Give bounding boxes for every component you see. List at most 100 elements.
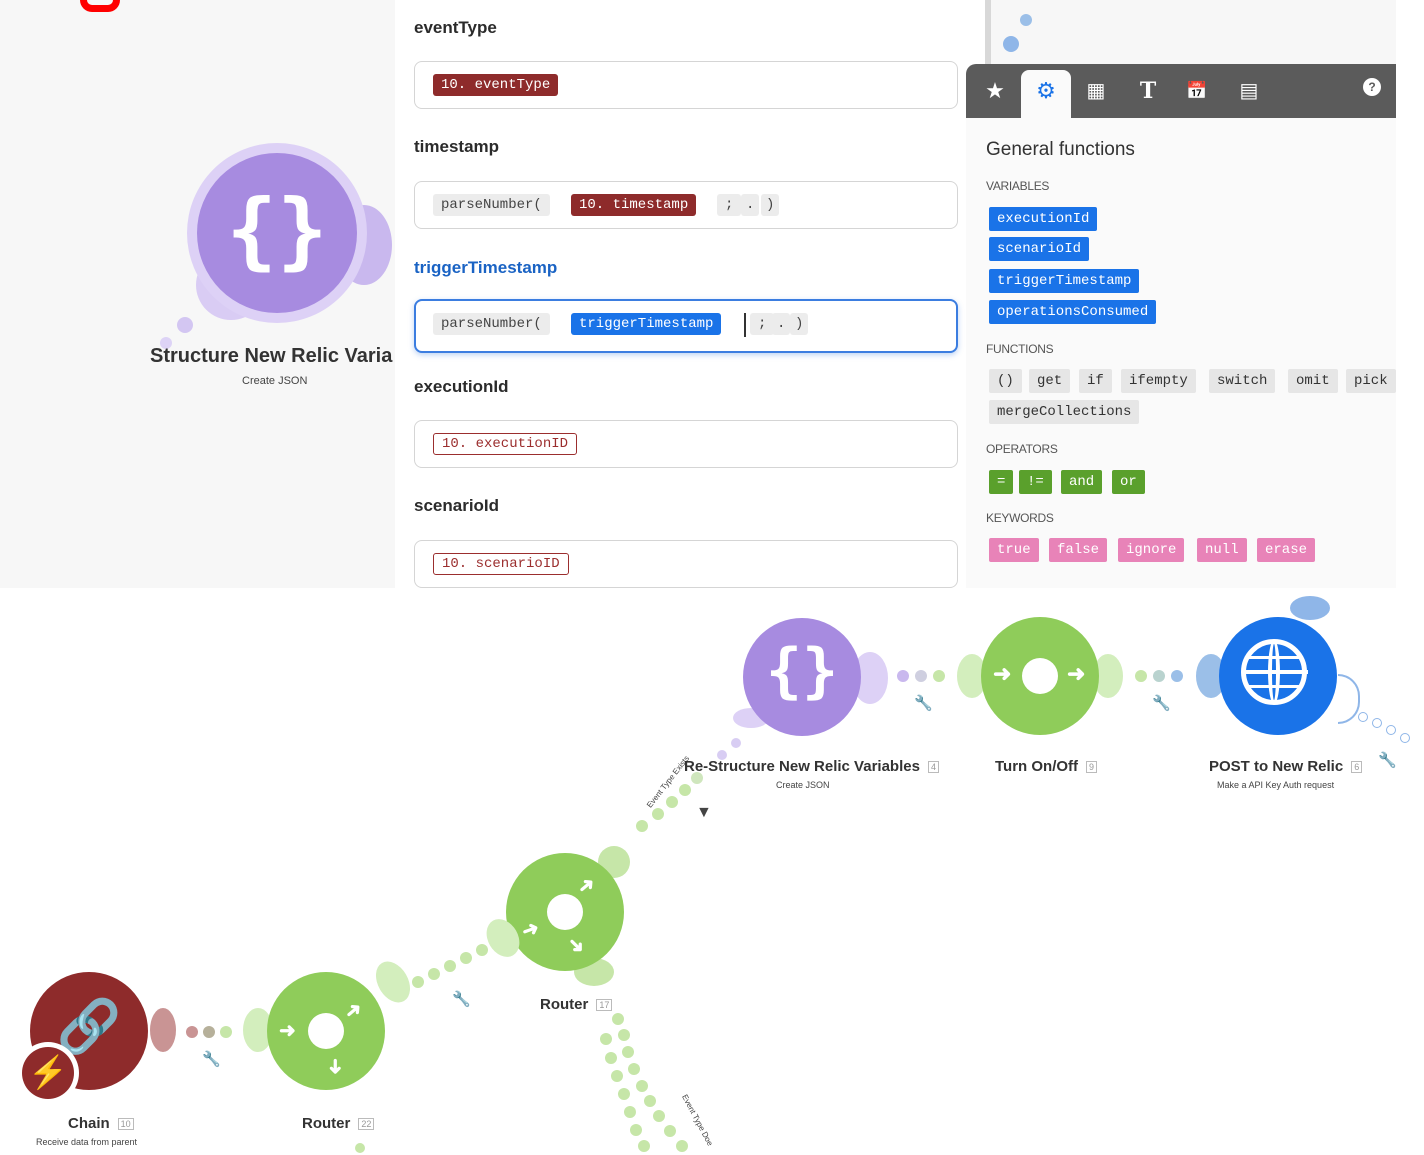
module-title: Turn On/Off 9 xyxy=(995,758,1098,775)
function-token[interactable]: parseNumber( xyxy=(433,194,550,216)
wrench-icon[interactable]: 🔧 xyxy=(452,990,471,1008)
operator-tag[interactable]: or xyxy=(1112,470,1145,494)
separator-token[interactable]: ) xyxy=(761,194,780,216)
function-tag[interactable]: switch xyxy=(1209,369,1276,393)
connector-dot xyxy=(653,1110,665,1122)
scenarioid-input[interactable]: 10. scenarioID xyxy=(414,540,958,588)
keyword-tag[interactable]: null xyxy=(1197,538,1247,562)
gears-icon[interactable]: ⚙ xyxy=(1029,74,1063,108)
router-22-module-icon[interactable]: ➜ ➜ ➜ xyxy=(267,972,385,1090)
connector-dot xyxy=(636,1080,648,1092)
connector-dot xyxy=(897,670,909,682)
connector-dot xyxy=(915,670,927,682)
module-id-badge: 6 xyxy=(1351,761,1363,774)
separator-token[interactable]: ) xyxy=(790,313,809,335)
router-17-module-icon[interactable]: ➜ ➜ ➜ xyxy=(506,853,624,971)
mapped-token[interactable]: 10. timestamp xyxy=(571,194,697,216)
function-tag[interactable]: if xyxy=(1079,369,1112,393)
function-tag[interactable]: ifempty xyxy=(1121,369,1196,393)
module-title: Re-Structure New Relic Variables 4 xyxy=(684,758,939,775)
calendar-icon[interactable]: 📅 xyxy=(1180,74,1214,108)
connector-dot xyxy=(476,944,488,956)
variable-tag[interactable]: triggerTimestamp xyxy=(989,269,1140,293)
module-subtitle: Create JSON xyxy=(242,375,308,387)
variable-token[interactable]: triggerTimestamp xyxy=(571,313,722,335)
function-tag[interactable]: mergeCollections xyxy=(989,400,1140,424)
function-tag[interactable]: () xyxy=(989,369,1022,393)
table-icon[interactable]: ▤ xyxy=(1232,74,1266,108)
connector-dot xyxy=(611,1070,623,1082)
text-caret xyxy=(744,313,746,337)
executionid-input[interactable]: 10. executionID xyxy=(414,420,958,468)
function-tag[interactable]: omit xyxy=(1288,369,1338,393)
mapped-token[interactable]: 10. scenarioID xyxy=(433,553,569,575)
connector-dot xyxy=(644,1095,656,1107)
keyword-tag[interactable]: erase xyxy=(1257,538,1316,562)
panel-title: General functions xyxy=(986,139,1135,160)
function-tag[interactable]: get xyxy=(1029,369,1071,393)
post-module-icon[interactable] xyxy=(1219,617,1337,735)
restructure-module-icon[interactable]: {} xyxy=(743,618,861,736)
calculator-icon[interactable]: ▦ xyxy=(1079,74,1113,108)
triggertimestamp-input[interactable]: parseNumber( triggerTimestamp ; . ) xyxy=(414,299,958,353)
wrench-icon[interactable]: 🔧 xyxy=(914,694,933,712)
star-icon[interactable]: ★ xyxy=(978,74,1012,108)
mapped-token[interactable]: 10. eventType xyxy=(433,74,559,96)
connector-dot xyxy=(618,1029,630,1041)
connector-dot xyxy=(630,1124,642,1136)
function-tag[interactable]: pick xyxy=(1346,369,1396,393)
module-id-badge: 9 xyxy=(1086,761,1098,774)
connector-dot xyxy=(186,1026,198,1038)
keyword-tag[interactable]: true xyxy=(989,538,1039,562)
variable-tag[interactable]: operationsConsumed xyxy=(989,300,1157,324)
eventtype-input[interactable]: 10. eventType xyxy=(414,61,958,109)
operator-tag[interactable]: and xyxy=(1061,470,1103,494)
filter-icon[interactable]: ▼ xyxy=(696,804,712,822)
keyword-tag[interactable]: false xyxy=(1049,538,1108,562)
arrow-down-right-icon: ➜ xyxy=(562,932,590,960)
connector-dot xyxy=(1003,36,1019,52)
variable-tag[interactable]: scenarioId xyxy=(989,237,1090,261)
annotation-mark xyxy=(80,0,120,12)
structure-module-icon[interactable]: {} xyxy=(197,153,357,313)
help-icon[interactable]: ? xyxy=(1363,78,1381,96)
module-connector-bubble xyxy=(1338,674,1360,724)
connector-dot xyxy=(676,1140,688,1152)
mapping-panel: eventType 10. eventType timestamp parseN… xyxy=(395,0,985,588)
globe-icon xyxy=(1241,639,1308,705)
connector-dot xyxy=(1020,14,1032,26)
scenario-flow-canvas: Event Type Exists ▼ {} Re-Structure New … xyxy=(0,588,1424,1155)
connector-dot xyxy=(1171,670,1183,682)
connector-dot xyxy=(177,317,193,333)
module-subtitle: Create JSON xyxy=(776,780,830,790)
connector-dot xyxy=(220,1026,232,1038)
connector-dot xyxy=(1358,712,1368,722)
connector-dot xyxy=(622,1046,634,1058)
separator-token[interactable]: . xyxy=(741,194,760,216)
keyword-tag[interactable]: ignore xyxy=(1118,538,1185,562)
connector-dot xyxy=(636,820,648,832)
wrench-icon[interactable]: 🔧 xyxy=(1378,751,1397,769)
separator-token[interactable]: ; xyxy=(717,194,742,216)
connector-dot xyxy=(666,796,678,808)
router-core-icon xyxy=(1022,658,1058,694)
wrench-icon[interactable]: 🔧 xyxy=(1152,694,1171,712)
module-subtitle: Make a API Key Auth request xyxy=(1217,780,1335,790)
mapped-token[interactable]: 10. executionID xyxy=(433,433,578,455)
turn-on-off-module-icon[interactable]: ➜ ➜ xyxy=(981,617,1099,735)
separator-token[interactable]: ; xyxy=(750,313,775,335)
operator-tag[interactable]: != xyxy=(1019,470,1052,494)
text-icon[interactable]: T xyxy=(1131,74,1165,108)
section-heading-variables: VARIABLES xyxy=(986,179,1050,193)
trigger-badge: ⚡ xyxy=(17,1042,79,1104)
route-label[interactable]: Event Type Doe xyxy=(680,1093,715,1147)
arrow-right-icon: ➜ xyxy=(993,661,1012,686)
operator-tag[interactable]: = xyxy=(989,470,1014,494)
function-token[interactable]: parseNumber( xyxy=(433,313,550,335)
arrow-right-icon: ➜ xyxy=(279,1020,296,1042)
connector-dot xyxy=(203,1026,215,1038)
separator-token[interactable]: . xyxy=(772,313,791,335)
timestamp-input[interactable]: parseNumber( 10. timestamp ; . ) xyxy=(414,181,958,229)
variable-tag[interactable]: executionId xyxy=(989,207,1098,231)
wrench-icon[interactable]: 🔧 xyxy=(202,1050,221,1068)
